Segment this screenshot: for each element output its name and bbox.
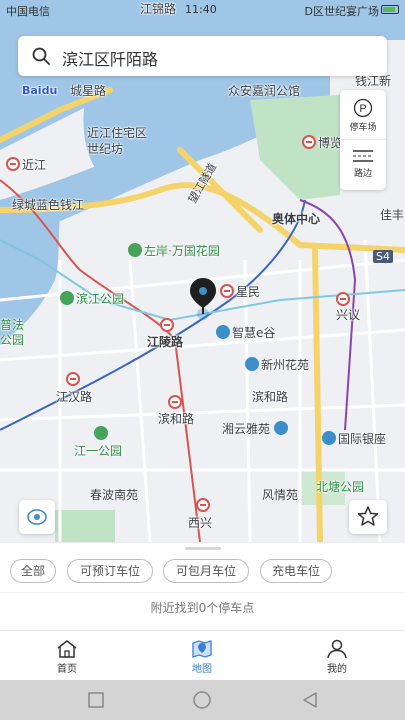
carrier-text: 中国电信: [6, 5, 50, 18]
map-layer-controls: P 停车场 路边: [340, 90, 386, 190]
park-icon: [60, 291, 74, 305]
map-center-pin: [189, 278, 217, 326]
map-view[interactable]: Baidu 江锦路 城星路 众安嘉润公馆 钱江新 近江住宅区 世纪坊 博览中 近…: [0, 0, 405, 542]
map-label: [336, 292, 352, 307]
map-label: 滨和路: [252, 390, 289, 404]
roadside-layer-label: 路边: [353, 169, 372, 179]
home-icon: [57, 640, 77, 658]
back-button[interactable]: [300, 690, 320, 710]
map-label: 佳丰: [380, 208, 405, 222]
map-label: [160, 318, 176, 333]
star-icon: [357, 506, 379, 526]
metro-icon: [302, 135, 316, 149]
park-icon: [128, 243, 142, 257]
map-label: 公园: [0, 333, 25, 347]
metro-icon: [6, 157, 20, 171]
home-button[interactable]: [192, 690, 212, 710]
building-icon: [322, 431, 336, 445]
metro-icon: [220, 284, 234, 298]
tab-home-label: 首页: [57, 664, 77, 675]
map-label: 智慧e谷: [216, 324, 275, 341]
map-label: [168, 395, 184, 410]
map-label: 国际银座: [322, 430, 386, 447]
metro-icon: [336, 292, 350, 306]
map-label: 江一公园: [74, 444, 123, 458]
map-label: 新州花苑: [245, 356, 309, 373]
road-icon: [353, 150, 373, 162]
parking-icon: P: [353, 98, 373, 118]
results-summary: 附近找到0个停车点: [0, 592, 405, 630]
map-label: 江汉路: [56, 390, 93, 404]
map-label: 西兴: [188, 516, 213, 530]
map-label: 近江住宅区: [87, 126, 148, 140]
tab-map-label: 地图: [192, 664, 212, 675]
map-label: S4: [373, 250, 393, 263]
map-label: 兴议: [336, 308, 361, 322]
filter-chip-monthly[interactable]: 可包月车位: [163, 559, 249, 583]
map-label: 江陵路: [147, 335, 184, 349]
map-label: 星民: [220, 283, 260, 300]
metro-icon: [196, 498, 210, 512]
clock-text: 11:40: [185, 3, 217, 16]
search-bar[interactable]: 滨江区阡陌路: [18, 36, 387, 76]
baidu-logo: Baidu: [22, 84, 58, 97]
filter-chip-all[interactable]: 全部: [10, 559, 56, 583]
map-label: 左岸·万国花园: [128, 242, 220, 259]
filter-chip-reservable[interactable]: 可预订车位: [67, 559, 153, 583]
tab-map[interactable]: 地图: [162, 631, 242, 681]
map-label: 城星路: [70, 84, 107, 98]
filter-bar: 全部 可预订车位 可包月车位 充电车位: [0, 542, 405, 592]
map-label: 众安嘉润公馆: [228, 84, 301, 98]
drag-handle[interactable]: [185, 547, 221, 550]
map-label: 奥体中心: [272, 212, 321, 226]
map-base: [0, 0, 405, 542]
tab-profile-label: 我的: [327, 664, 347, 675]
metro-icon: [168, 395, 182, 409]
map-label: 世纪坊: [87, 142, 124, 156]
building-icon: [245, 357, 259, 371]
map-label: 北塘公园: [316, 480, 365, 494]
tab-profile[interactable]: 我的: [297, 631, 377, 681]
map-label: 风情苑: [262, 488, 299, 502]
parking-layer-button[interactable]: P 停车场: [340, 90, 386, 140]
map-label: 滨和路: [158, 412, 195, 426]
battery-icon: [381, 5, 399, 14]
map-label: [66, 372, 82, 387]
roadside-layer-button[interactable]: 路边: [340, 140, 386, 190]
map-label: 春波南苑: [90, 488, 139, 502]
tab-home[interactable]: 首页: [27, 631, 107, 681]
pin-icon: [190, 278, 216, 314]
map-label: [196, 498, 212, 513]
favorite-button[interactable]: [349, 500, 387, 534]
user-icon: [327, 639, 347, 659]
locate-icon: [27, 509, 47, 525]
metro-icon: [66, 372, 80, 386]
svg-text:P: P: [359, 103, 366, 115]
metro-icon: [160, 318, 174, 332]
status-right-text: D区世纪宴广场: [304, 5, 379, 18]
map-label: 湘云雅苑: [222, 420, 290, 437]
recent-apps-button[interactable]: [86, 690, 106, 710]
map-label: 绿城蓝色钱江: [12, 198, 85, 212]
building-icon: [273, 421, 288, 435]
map-icon: [192, 640, 212, 658]
parking-layer-label: 停车场: [349, 123, 377, 133]
building-icon: [216, 325, 230, 339]
system-navigation-bar: [0, 680, 405, 720]
status-bar: 中国电信 11:40 D区世纪宴广场: [0, 0, 405, 20]
park-icon: [94, 426, 108, 440]
map-label: [94, 426, 110, 441]
map-label: 滨江公园: [60, 290, 124, 307]
bottom-tab-bar: 首页 地图 我的: [0, 630, 405, 680]
locate-me-button[interactable]: [19, 500, 55, 534]
search-icon: [32, 47, 50, 65]
filter-chip-charging[interactable]: 充电车位: [260, 559, 332, 583]
map-label: 近江: [6, 156, 46, 173]
search-input[interactable]: 滨江区阡陌路: [62, 46, 158, 70]
